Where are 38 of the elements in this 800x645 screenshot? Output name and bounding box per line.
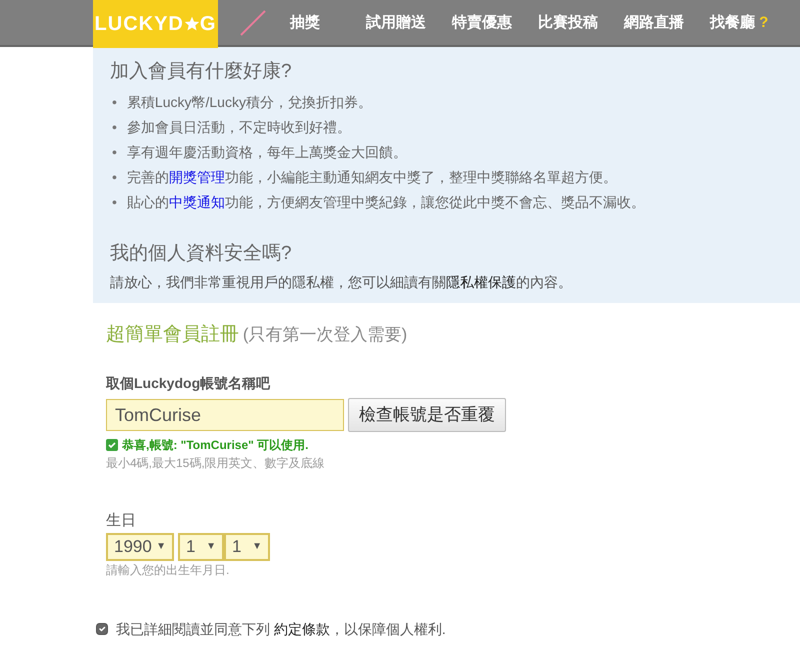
hint-text: 請輸入您的出生年月日. xyxy=(106,562,230,579)
bullet: • xyxy=(111,168,117,187)
agree-checkbox[interactable] xyxy=(96,623,108,636)
bullet: • xyxy=(111,92,117,112)
date-select[interactable]: 1 ▼ xyxy=(224,532,270,561)
benefit-item: 完善的開獎管理功能，小編能主動通知網友中獎了，整理中獎聯絡名單超方便。 xyxy=(126,168,617,187)
nav-link[interactable]: 特賣優惠 xyxy=(452,12,512,35)
bullet: • xyxy=(111,118,117,137)
bullet: • xyxy=(111,192,117,212)
section-title: 我的個人資料安全嗎? xyxy=(110,242,293,266)
field-label: 取個Luckydog帳號名稱吧 xyxy=(106,374,272,394)
nav-link[interactable]: 網路直播 xyxy=(624,12,684,35)
signup-subtitle: (只有第一次登入需要) xyxy=(242,324,408,344)
benefit-item: 享有週年慶活動資格，每年上萬獎金大回饋。 xyxy=(126,142,407,162)
success-message: 恭喜,帳號: "TomCurise" 可以使用. xyxy=(122,437,308,454)
check-button[interactable]: 檢查帳號是否重覆 xyxy=(348,398,506,432)
agree-text: 我已詳細閱讀並同意下列 約定條款，以保障個人權利. xyxy=(116,620,446,639)
signup-title: 超簡單會員註冊 xyxy=(106,324,239,345)
terms-link[interactable]: 約定條款 xyxy=(274,620,330,637)
date-select[interactable]: 1990 ▼ xyxy=(106,532,174,561)
account-input[interactable]: TomCurise xyxy=(106,399,344,432)
benefit-item: 貼心的中獎通知功能，方便網友管理中獎紀錄，讓您從此中獎不會忘、獎品不漏收。 xyxy=(126,192,645,212)
link[interactable]: 中獎通知 xyxy=(168,194,225,210)
slash-icon xyxy=(240,10,266,36)
link[interactable]: 開獎管理 xyxy=(168,168,225,185)
hint-text: 最小4碼,最大15碼,限用英文、數字及底線 xyxy=(106,455,326,472)
nav-link[interactable]: 抽獎 xyxy=(290,12,320,35)
nav-link[interactable]: 比賽投稿 xyxy=(538,12,598,35)
field-label: 生日 xyxy=(106,511,137,532)
benefit-item: 參加會員日活動，不定時收到好禮。 xyxy=(126,118,351,137)
nav-link[interactable]: 找餐廳 ? xyxy=(710,12,768,35)
bullet: • xyxy=(111,142,117,162)
date-select[interactable]: 1 ▼ xyxy=(178,532,224,561)
privacy-text: 請放心，我們非常重視用戶的隱私權，您可以細讀有關隱私權保護的內容。 xyxy=(110,272,573,292)
benefit-item: 累積Lucky幣/Lucky積分，兌換折扣券。 xyxy=(126,92,372,112)
section-title: 加入會員有什麼好康? xyxy=(110,61,293,84)
nav-link[interactable]: 試用贈送 xyxy=(366,12,426,35)
link[interactable]: 隱私權保護 xyxy=(446,274,516,290)
